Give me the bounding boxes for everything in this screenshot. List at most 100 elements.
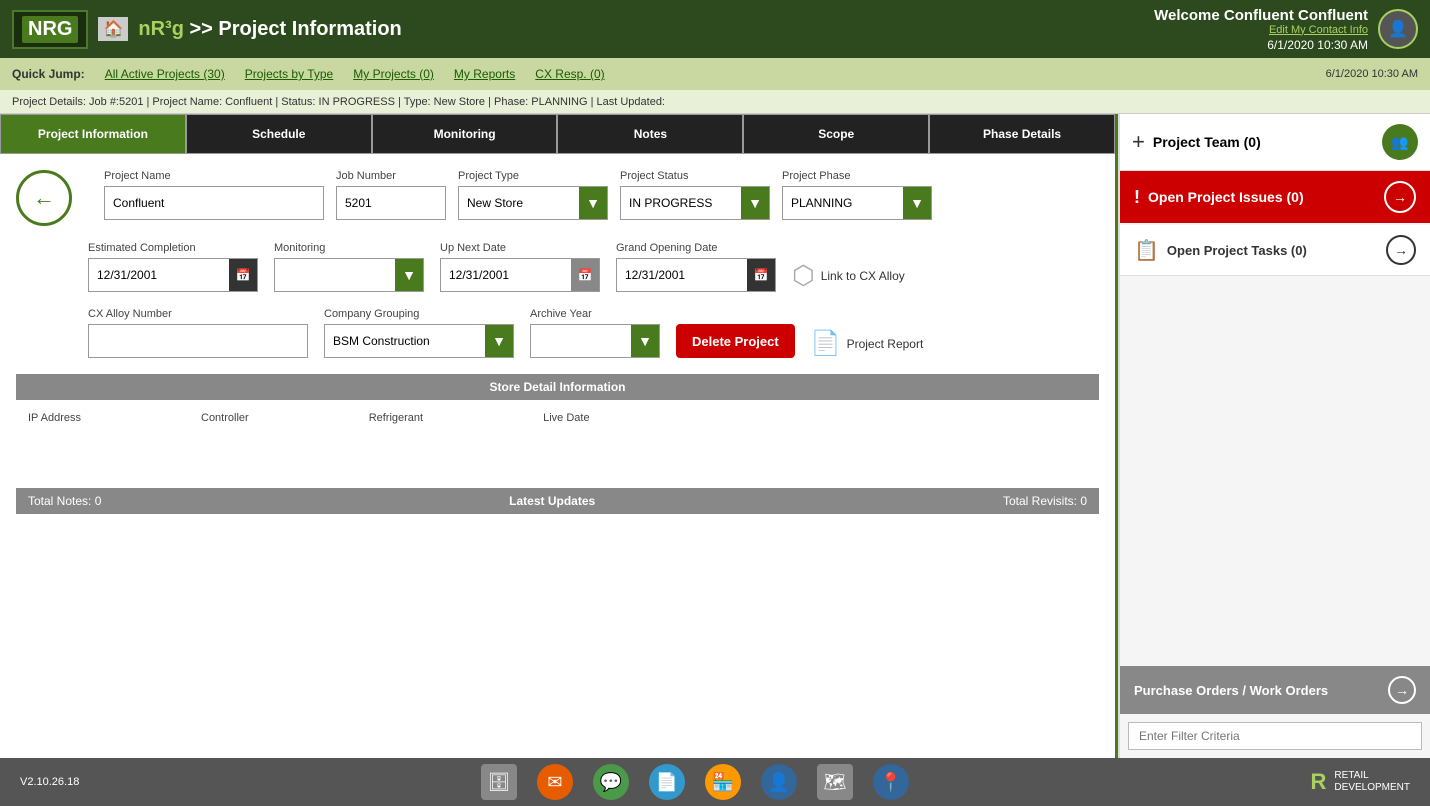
project-name-input[interactable] — [104, 186, 324, 220]
tab-label-monitoring: Monitoring — [434, 127, 496, 141]
summary-bar: Total Notes: 0 Latest Updates Total Revi… — [16, 488, 1099, 514]
up-next-date-label: Up Next Date — [440, 242, 600, 254]
company-grouping-select-wrapper[interactable]: BSM Construction Other ▼ — [324, 324, 514, 358]
cx-alloy-link[interactable]: ⬡ Link to CX Alloy — [792, 260, 905, 291]
job-number-input[interactable] — [336, 186, 446, 220]
add-team-member-button[interactable]: + — [1132, 129, 1145, 155]
project-phase-select-wrapper[interactable]: PLANNING CONSTRUCTION CLOSEOUT ▼ — [782, 186, 932, 220]
cx-alloy-number-group: CX Alloy Number — [88, 308, 308, 358]
project-status-select-wrapper[interactable]: IN PROGRESS COMPLETE ON HOLD ▼ — [620, 186, 770, 220]
project-status-select[interactable]: IN PROGRESS COMPLETE ON HOLD — [621, 187, 741, 219]
issues-label: Open Project Issues (0) — [1148, 189, 1304, 205]
nav-bar: Quick Jump: All Active Projects (30) Pro… — [0, 58, 1430, 90]
controller-label: Controller — [201, 412, 249, 424]
project-details-bar: Project Details: Job #:5201 | Project Na… — [0, 90, 1430, 114]
open-project-issues-button[interactable]: ! Open Project Issues (0) → — [1120, 171, 1430, 223]
archive-year-select[interactable]: 2019 2020 2021 — [531, 325, 631, 357]
open-project-tasks-button[interactable]: 📋 Open Project Tasks (0) → — [1120, 225, 1430, 276]
monitoring-dropdown-arrow[interactable]: ▼ — [395, 259, 423, 291]
taskbar-icon-chat[interactable]: 💬 — [593, 764, 629, 800]
project-phase-select[interactable]: PLANNING CONSTRUCTION CLOSEOUT — [783, 187, 903, 219]
grand-opening-date-group: Grand Opening Date 📅 — [616, 242, 776, 292]
form-row-1: ← Project Name Job Number Project Type — [16, 170, 1099, 226]
monitoring-select-wrapper[interactable]: Option 1 ▼ — [274, 258, 424, 292]
tab-label-phase-details: Phase Details — [983, 127, 1061, 141]
powo-filter-input[interactable] — [1128, 722, 1422, 750]
tab-schedule[interactable]: Schedule — [186, 114, 372, 154]
tab-monitoring[interactable]: Monitoring — [372, 114, 558, 154]
archive-year-label: Archive Year — [530, 308, 660, 320]
edit-contact-link[interactable]: Edit My Contact Info — [1154, 24, 1368, 36]
up-next-date-calendar-icon[interactable]: 📅 — [571, 259, 599, 291]
taskbar-icon-user[interactable]: 👤 — [761, 764, 797, 800]
project-phase-dropdown-arrow[interactable]: ▼ — [903, 187, 931, 219]
company-grouping-select[interactable]: BSM Construction Other — [325, 325, 485, 357]
project-type-select[interactable]: New Store Remodel Service — [459, 187, 579, 219]
nav-my-projects[interactable]: My Projects (0) — [353, 67, 434, 81]
project-team-header: + Project Team (0) 👥 — [1120, 114, 1430, 171]
tab-project-information[interactable]: Project Information — [0, 114, 186, 154]
datetime: 6/1/2020 10:30 AM — [1154, 38, 1368, 52]
header-user-info: Welcome Confluent Confluent Edit My Cont… — [1154, 7, 1368, 52]
team-header-left: + Project Team (0) — [1132, 129, 1261, 155]
company-grouping-label: Company Grouping — [324, 308, 514, 320]
nav-projects-by-type[interactable]: Projects by Type — [245, 67, 334, 81]
tab-label-schedule: Schedule — [252, 127, 305, 141]
up-next-date-wrapper: 📅 — [440, 258, 600, 292]
monitoring-select[interactable]: Option 1 — [275, 259, 395, 291]
grand-opening-date-input[interactable] — [617, 259, 747, 291]
estimated-completion-label: Estimated Completion — [88, 242, 258, 254]
taskbar-icon-location[interactable]: 📍 — [873, 764, 909, 800]
main-layout: Project Information Schedule Monitoring … — [0, 114, 1430, 758]
project-phase-group: Project Phase PLANNING CONSTRUCTION CLOS… — [782, 170, 932, 220]
estimated-completion-input[interactable] — [89, 259, 229, 291]
taskbar-icon-email[interactable]: ✉ — [537, 764, 573, 800]
tab-label-scope: Scope — [818, 127, 854, 141]
archive-year-dropdown-arrow[interactable]: ▼ — [631, 325, 659, 357]
tasks-clipboard-icon: 📋 — [1134, 238, 1159, 263]
project-phase-label: Project Phase — [782, 170, 932, 182]
logo-box: NRG — [12, 10, 88, 49]
up-next-date-input[interactable] — [441, 259, 571, 291]
monitoring-group: Monitoring Option 1 ▼ — [274, 242, 424, 292]
tab-scope[interactable]: Scope — [743, 114, 929, 154]
archive-year-select-wrapper[interactable]: 2019 2020 2021 ▼ — [530, 324, 660, 358]
home-icon[interactable]: 🏠 — [98, 17, 128, 41]
issues-exclamation-icon: ! — [1134, 187, 1140, 208]
total-revisits: Total Revisits: 0 — [1003, 494, 1087, 508]
r3-icon: R — [1311, 769, 1327, 795]
tab-bar: Project Information Schedule Monitoring … — [0, 114, 1115, 154]
estimated-completion-calendar-icon[interactable]: 📅 — [229, 259, 257, 291]
cx-alloy-number-input[interactable] — [88, 324, 308, 358]
tab-phase-details[interactable]: Phase Details — [929, 114, 1115, 154]
company-grouping-group: Company Grouping BSM Construction Other … — [324, 308, 514, 358]
grand-opening-date-calendar-icon[interactable]: 📅 — [747, 259, 775, 291]
powo-title: Purchase Orders / Work Orders — [1134, 683, 1328, 698]
form-content-area: ← Project Name Job Number Project Type — [0, 154, 1115, 530]
powo-arrow-button[interactable]: → — [1388, 676, 1416, 704]
back-button[interactable]: ← — [16, 170, 72, 226]
form-fields-row1: Project Name Job Number Project Type New… — [104, 170, 1099, 220]
taskbar: V2.10.26.18 🗄 ✉ 💬 📄 🏪 👤 🗺 📍 R RETAILDEVE… — [0, 758, 1430, 806]
tab-notes[interactable]: Notes — [557, 114, 743, 154]
taskbar-icon-map[interactable]: 🗺 — [817, 764, 853, 800]
taskbar-right: R RETAILDEVELOPMENT — [1311, 769, 1410, 795]
taskbar-icon-store[interactable]: 🏪 — [705, 764, 741, 800]
company-grouping-dropdown-arrow[interactable]: ▼ — [485, 325, 513, 357]
project-type-select-wrapper[interactable]: New Store Remodel Service ▼ — [458, 186, 608, 220]
taskbar-icon-doc[interactable]: 📄 — [649, 764, 685, 800]
project-status-dropdown-arrow[interactable]: ▼ — [741, 187, 769, 219]
estimated-completion-group: Estimated Completion 📅 — [88, 242, 258, 292]
project-type-label: Project Type — [458, 170, 608, 182]
monitoring-label: Monitoring — [274, 242, 424, 254]
taskbar-icon-1[interactable]: 🗄 — [481, 764, 517, 800]
project-report-link[interactable]: 📄 Project Report — [811, 329, 924, 358]
tasks-label: Open Project Tasks (0) — [1167, 243, 1307, 258]
archive-year-group: Archive Year 2019 2020 2021 ▼ — [530, 308, 660, 358]
nav-my-reports[interactable]: My Reports — [454, 67, 515, 81]
project-type-dropdown-arrow[interactable]: ▼ — [579, 187, 607, 219]
project-type-group: Project Type New Store Remodel Service ▼ — [458, 170, 608, 220]
delete-project-button[interactable]: Delete Project — [676, 324, 795, 358]
nav-all-active-projects[interactable]: All Active Projects (30) — [105, 67, 225, 81]
nav-cx-resp[interactable]: CX Resp. (0) — [535, 67, 604, 81]
